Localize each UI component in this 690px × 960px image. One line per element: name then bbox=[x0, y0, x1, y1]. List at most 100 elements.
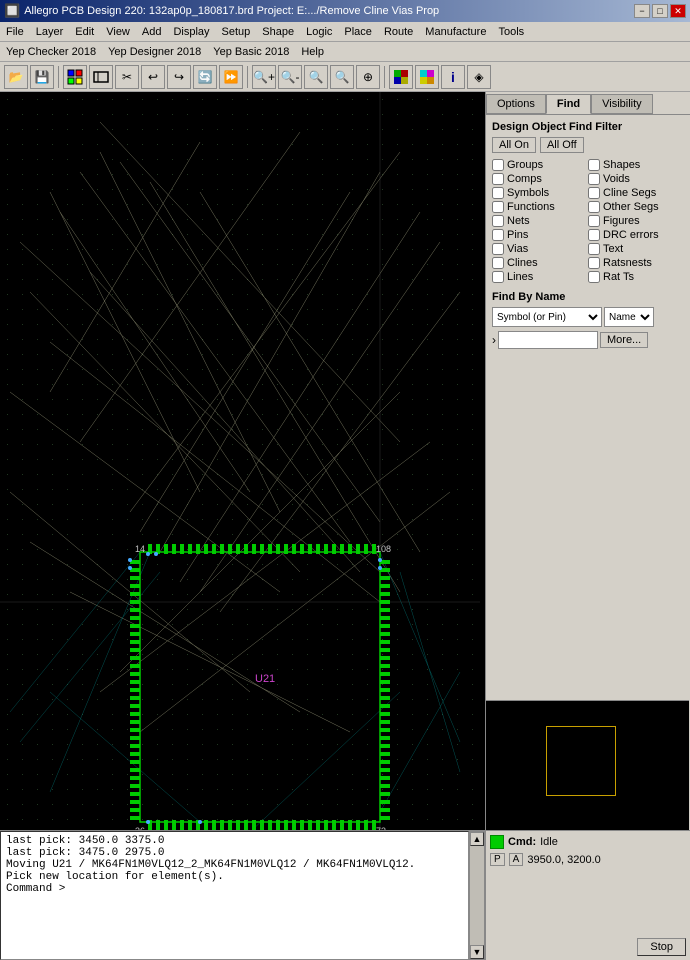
menu-layer[interactable]: Layer bbox=[30, 24, 70, 40]
cut-button[interactable]: ✂ bbox=[115, 65, 139, 89]
cb-comps[interactable] bbox=[492, 173, 504, 185]
panel-tabs: Options Find Visibility bbox=[486, 92, 690, 115]
zoom-out-button[interactable]: 🔍- bbox=[278, 65, 302, 89]
menu-add[interactable]: Add bbox=[136, 24, 168, 40]
undo-button[interactable]: ↩ bbox=[141, 65, 165, 89]
toolbar-separator-1 bbox=[58, 66, 59, 88]
minimize-button[interactable]: − bbox=[634, 4, 650, 18]
zoom-in-button[interactable]: 🔍+ bbox=[252, 65, 276, 89]
zoom-fit-button[interactable]: 🔍 bbox=[304, 65, 328, 89]
status-log-container: last pick: 3450.0 3375.0 last pick: 3475… bbox=[0, 831, 485, 960]
scroll-down-arrow[interactable]: ▼ bbox=[470, 945, 484, 959]
menu-place[interactable]: Place bbox=[338, 24, 378, 40]
maximize-button[interactable]: □ bbox=[652, 4, 668, 18]
redo-button[interactable]: ↪ bbox=[167, 65, 191, 89]
title-bar: 🔲 Allegro PCB Design 220: 132ap0p_180817… bbox=[0, 0, 690, 22]
filter-row-4: Functions Other Segs bbox=[492, 201, 684, 213]
all-on-button[interactable]: All On bbox=[492, 137, 536, 153]
find-input-row: › More... bbox=[492, 331, 684, 349]
log-line-3: Moving U21 / MK64FN1M0VLQ12_2_MK64FN1M0V… bbox=[6, 859, 463, 871]
cb-voids[interactable] bbox=[588, 173, 600, 185]
pcb-canvas[interactable]: 14 108 36 73 37 72 U21 bbox=[0, 92, 485, 830]
menu-edit[interactable]: Edit bbox=[69, 24, 100, 40]
coord-row: P A 3950.0, 3200.0 bbox=[490, 853, 686, 866]
svg-text:108: 108 bbox=[376, 544, 391, 554]
filter-row-8: Clines Ratsnests bbox=[492, 257, 684, 269]
info-button[interactable]: i bbox=[441, 65, 465, 89]
menu-logic[interactable]: Logic bbox=[300, 24, 338, 40]
toolbar-btn-3[interactable] bbox=[63, 65, 87, 89]
status-right-panel: Cmd: Idle P A 3950.0, 3200.0 Stop bbox=[485, 831, 690, 960]
toolbar-btn-15[interactable]: ⊕ bbox=[356, 65, 380, 89]
color-1-button[interactable] bbox=[389, 65, 413, 89]
menu-tools[interactable]: Tools bbox=[492, 24, 530, 40]
cb-symbols[interactable] bbox=[492, 187, 504, 199]
log-line-5: Command > bbox=[6, 883, 463, 895]
cb-figures[interactable] bbox=[588, 215, 600, 227]
cb-clines[interactable] bbox=[492, 257, 504, 269]
cb-groups[interactable] bbox=[492, 159, 504, 171]
menu-yep-checker[interactable]: Yep Checker 2018 bbox=[0, 44, 102, 60]
cb-vias[interactable] bbox=[492, 243, 504, 255]
menu-setup[interactable]: Setup bbox=[216, 24, 257, 40]
cb-shapes[interactable] bbox=[588, 159, 600, 171]
menu-display[interactable]: Display bbox=[167, 24, 215, 40]
menu-shape[interactable]: Shape bbox=[256, 24, 300, 40]
cb-other-segs[interactable] bbox=[588, 201, 600, 213]
more-button[interactable]: More... bbox=[600, 332, 648, 348]
menu-route[interactable]: Route bbox=[378, 24, 419, 40]
cmd-label: Cmd: bbox=[508, 836, 536, 848]
menu-view[interactable]: View bbox=[100, 24, 136, 40]
filter-button-row: All On All Off bbox=[492, 137, 684, 153]
filter-row-6: Pins DRC errors bbox=[492, 229, 684, 241]
log-line-1: last pick: 3450.0 3375.0 bbox=[6, 835, 463, 847]
find-input[interactable] bbox=[498, 331, 598, 349]
find-arrow-icon: › bbox=[492, 333, 496, 347]
a-badge: A bbox=[509, 853, 524, 866]
toolbar-btn-4[interactable] bbox=[89, 65, 113, 89]
cb-ratsnests[interactable] bbox=[588, 257, 600, 269]
all-off-button[interactable]: All Off bbox=[540, 137, 584, 153]
find-type-select[interactable]: Symbol (or Pin) Net Refdes bbox=[492, 307, 602, 327]
cb-cline-segs[interactable] bbox=[588, 187, 600, 199]
find-name-select[interactable]: Name Value bbox=[604, 307, 654, 327]
status-log: last pick: 3450.0 3375.0 last pick: 3475… bbox=[0, 831, 469, 960]
cb-lines[interactable] bbox=[492, 271, 504, 283]
log-line-4: Pick new location for element(s). bbox=[6, 871, 463, 883]
cb-pins[interactable] bbox=[492, 229, 504, 241]
color-2-button[interactable] bbox=[415, 65, 439, 89]
menu-bar: File Layer Edit View Add Display Setup S… bbox=[0, 22, 690, 42]
filter-row-1: Groups Shapes bbox=[492, 159, 684, 171]
filter-row-3: Symbols Cline Segs bbox=[492, 187, 684, 199]
stop-button[interactable]: Stop bbox=[637, 938, 686, 956]
scroll-track[interactable] bbox=[470, 846, 484, 945]
filter-row-5: Nets Figures bbox=[492, 215, 684, 227]
menu-yep-designer[interactable]: Yep Designer 2018 bbox=[102, 44, 207, 60]
status-scrollbar[interactable]: ▲ ▼ bbox=[469, 831, 485, 960]
cb-drc-errors[interactable] bbox=[588, 229, 600, 241]
tab-find[interactable]: Find bbox=[546, 94, 591, 114]
menu-file[interactable]: File bbox=[0, 24, 30, 40]
filter-row-7: Vias Text bbox=[492, 243, 684, 255]
svg-text:73: 73 bbox=[376, 826, 386, 830]
toolbar-btn-last[interactable]: ◈ bbox=[467, 65, 491, 89]
tab-visibility[interactable]: Visibility bbox=[591, 94, 653, 114]
menu-manufacture[interactable]: Manufacture bbox=[419, 24, 492, 40]
tab-options[interactable]: Options bbox=[486, 94, 546, 114]
open-button[interactable]: 📂 bbox=[4, 65, 28, 89]
cb-rat-ts[interactable] bbox=[588, 271, 600, 283]
cb-functions[interactable] bbox=[492, 201, 504, 213]
filter-row-9: Lines Rat Ts bbox=[492, 271, 684, 283]
menu-help[interactable]: Help bbox=[295, 44, 330, 60]
zoom-area-button[interactable]: 🔍 bbox=[330, 65, 354, 89]
cmd-value: Idle bbox=[540, 836, 558, 848]
cb-nets[interactable] bbox=[492, 215, 504, 227]
toolbar-btn-9[interactable]: ⏩ bbox=[219, 65, 243, 89]
menu-yep-basic[interactable]: Yep Basic 2018 bbox=[207, 44, 295, 60]
close-button[interactable]: ✕ bbox=[670, 4, 686, 18]
save-button[interactable]: 💾 bbox=[30, 65, 54, 89]
bottom-area: last pick: 3450.0 3375.0 last pick: 3475… bbox=[0, 830, 690, 960]
toolbar-btn-8[interactable]: 🔄 bbox=[193, 65, 217, 89]
cb-text[interactable] bbox=[588, 243, 600, 255]
scroll-up-arrow[interactable]: ▲ bbox=[470, 832, 484, 846]
